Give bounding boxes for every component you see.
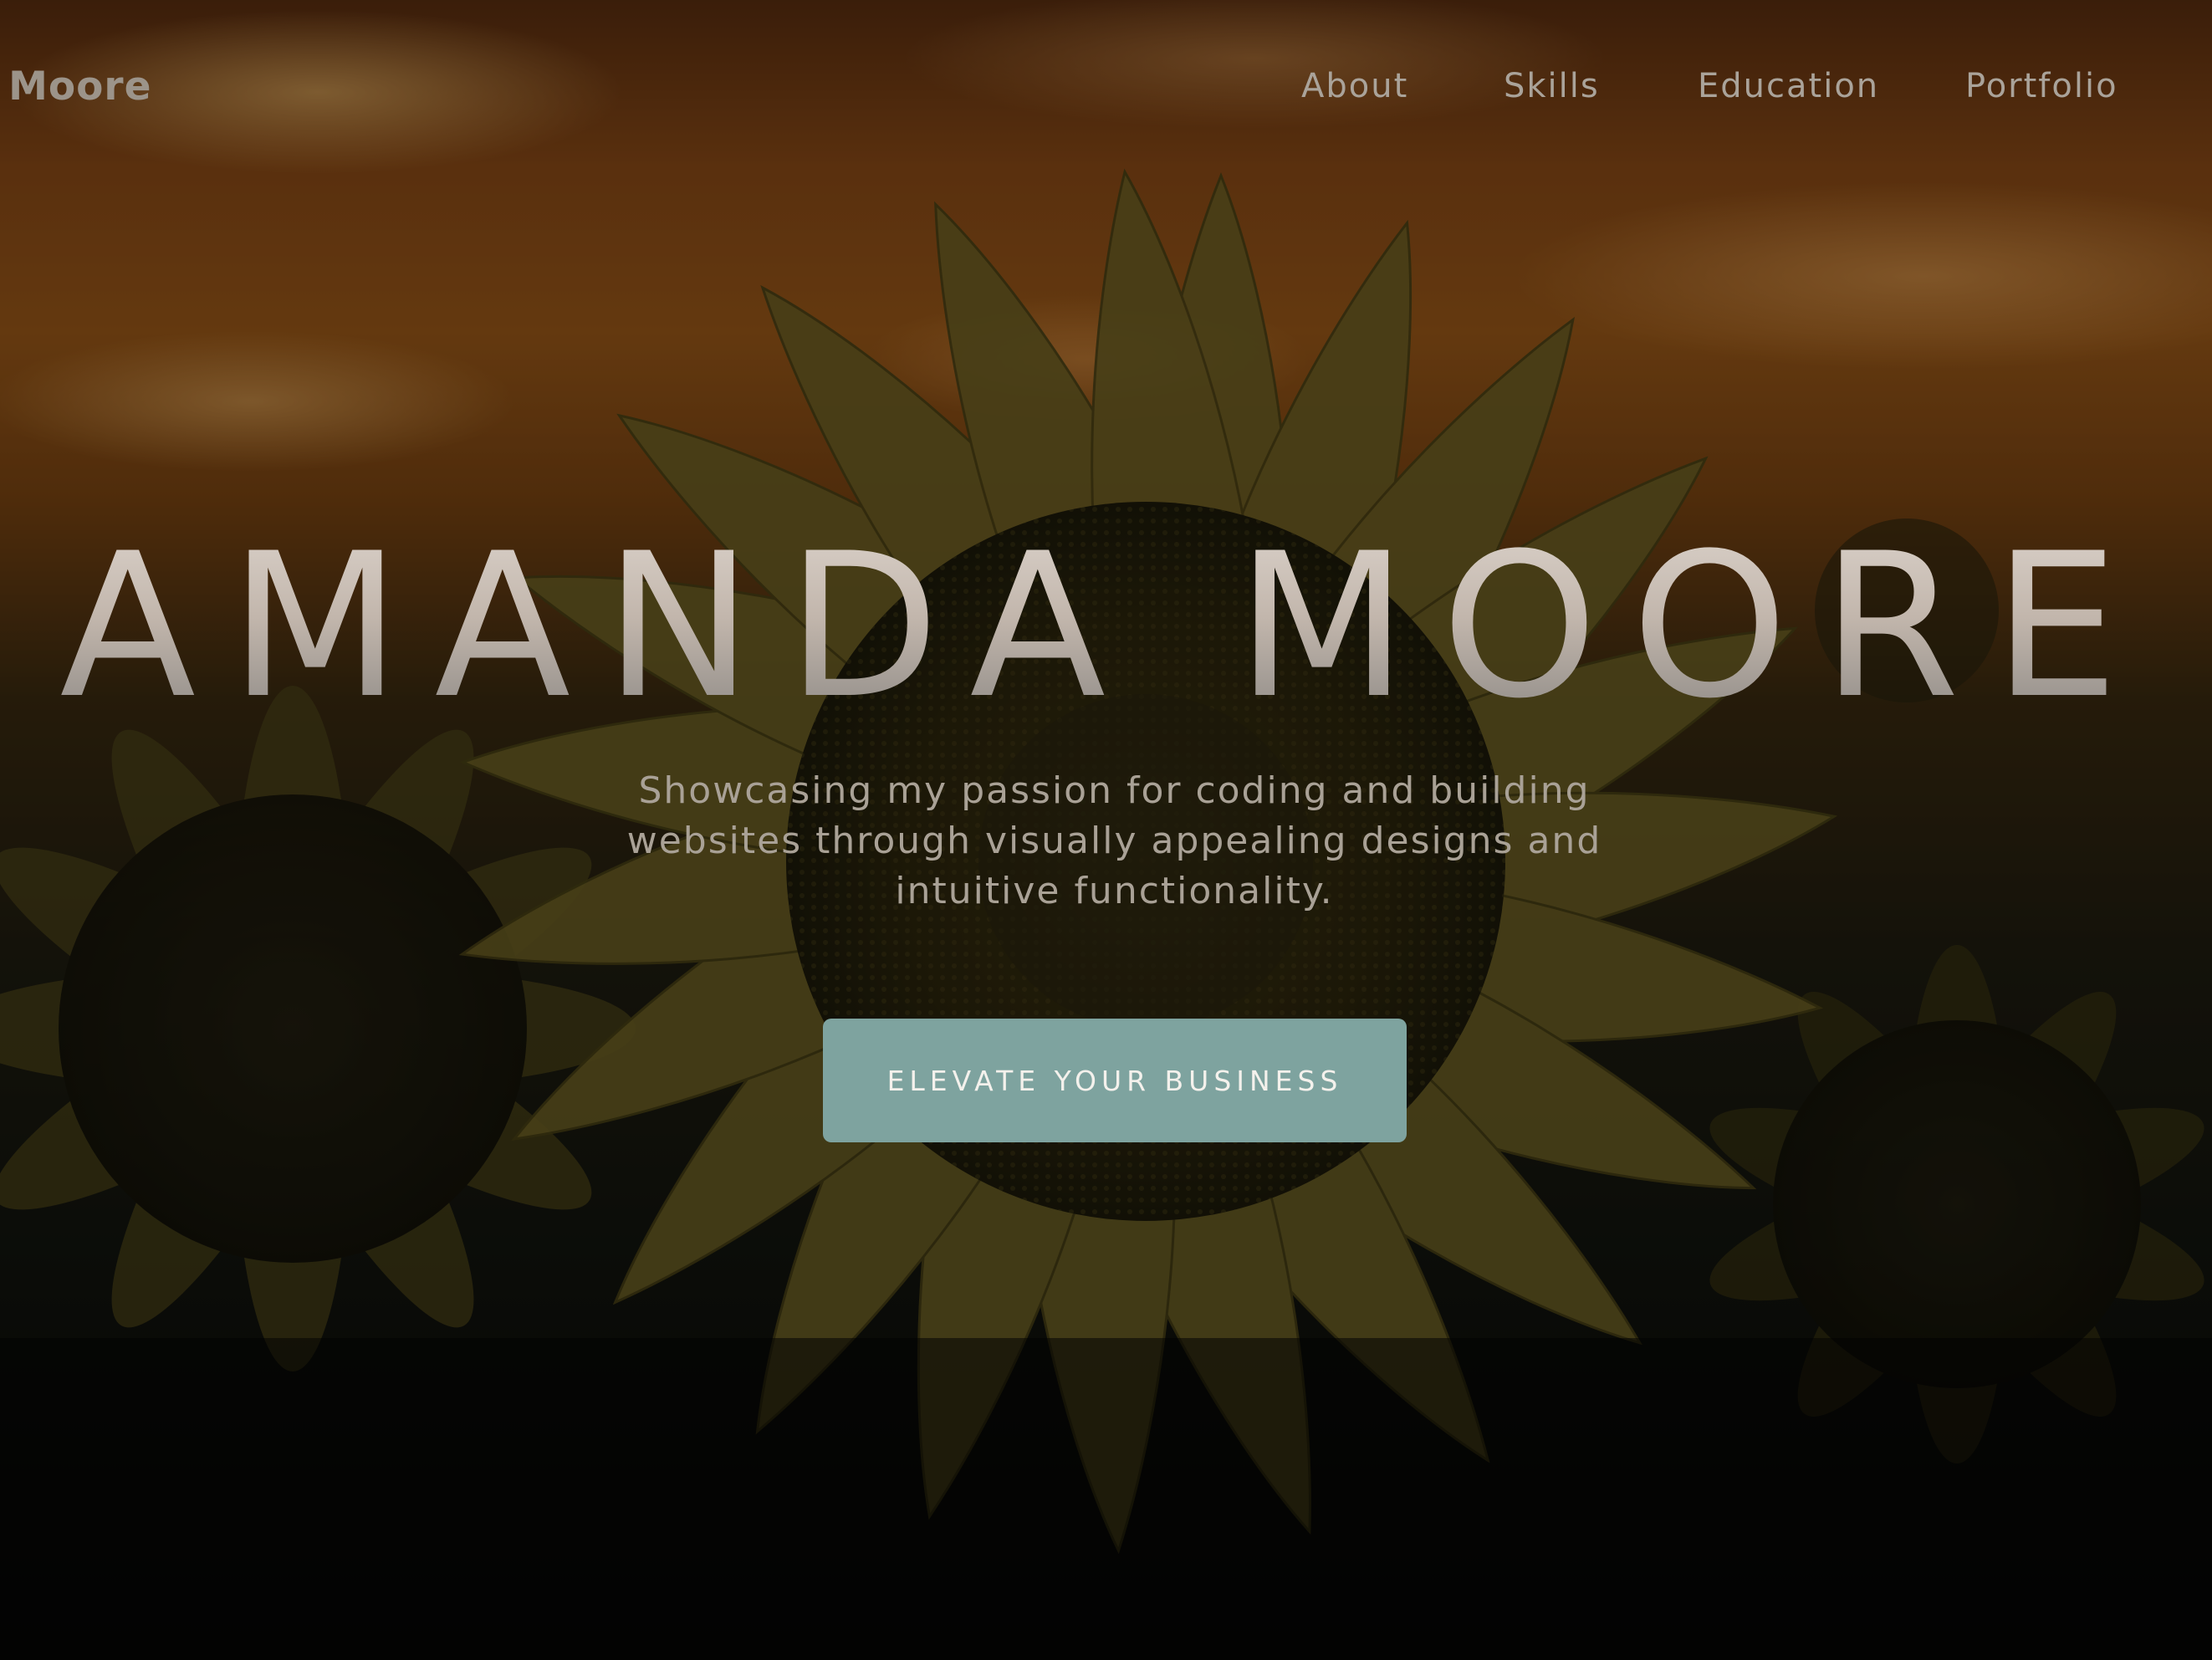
hero-title: AMANDA MOORE <box>0 527 2212 728</box>
site-brand[interactable]: a Moore <box>0 64 151 110</box>
hero-title-text: AMANDA MOORE <box>59 527 2153 728</box>
nav-link-education[interactable]: Education <box>1698 67 1879 105</box>
hero-subtitle: Showcasing my passion for coding and bui… <box>626 769 1602 912</box>
nav-link-portfolio[interactable]: Portfolio <box>1965 67 2118 105</box>
elevate-business-button[interactable]: ELEVATE YOUR BUSINESS <box>823 1019 1407 1142</box>
nav-link-skills[interactable]: Skills <box>1504 67 1600 105</box>
top-navigation: a Moore About Skills Education Portfolio <box>0 0 2212 180</box>
nav-link-about[interactable]: About <box>1301 67 1408 105</box>
page: a Moore About Skills Education Portfolio… <box>0 0 2212 1660</box>
